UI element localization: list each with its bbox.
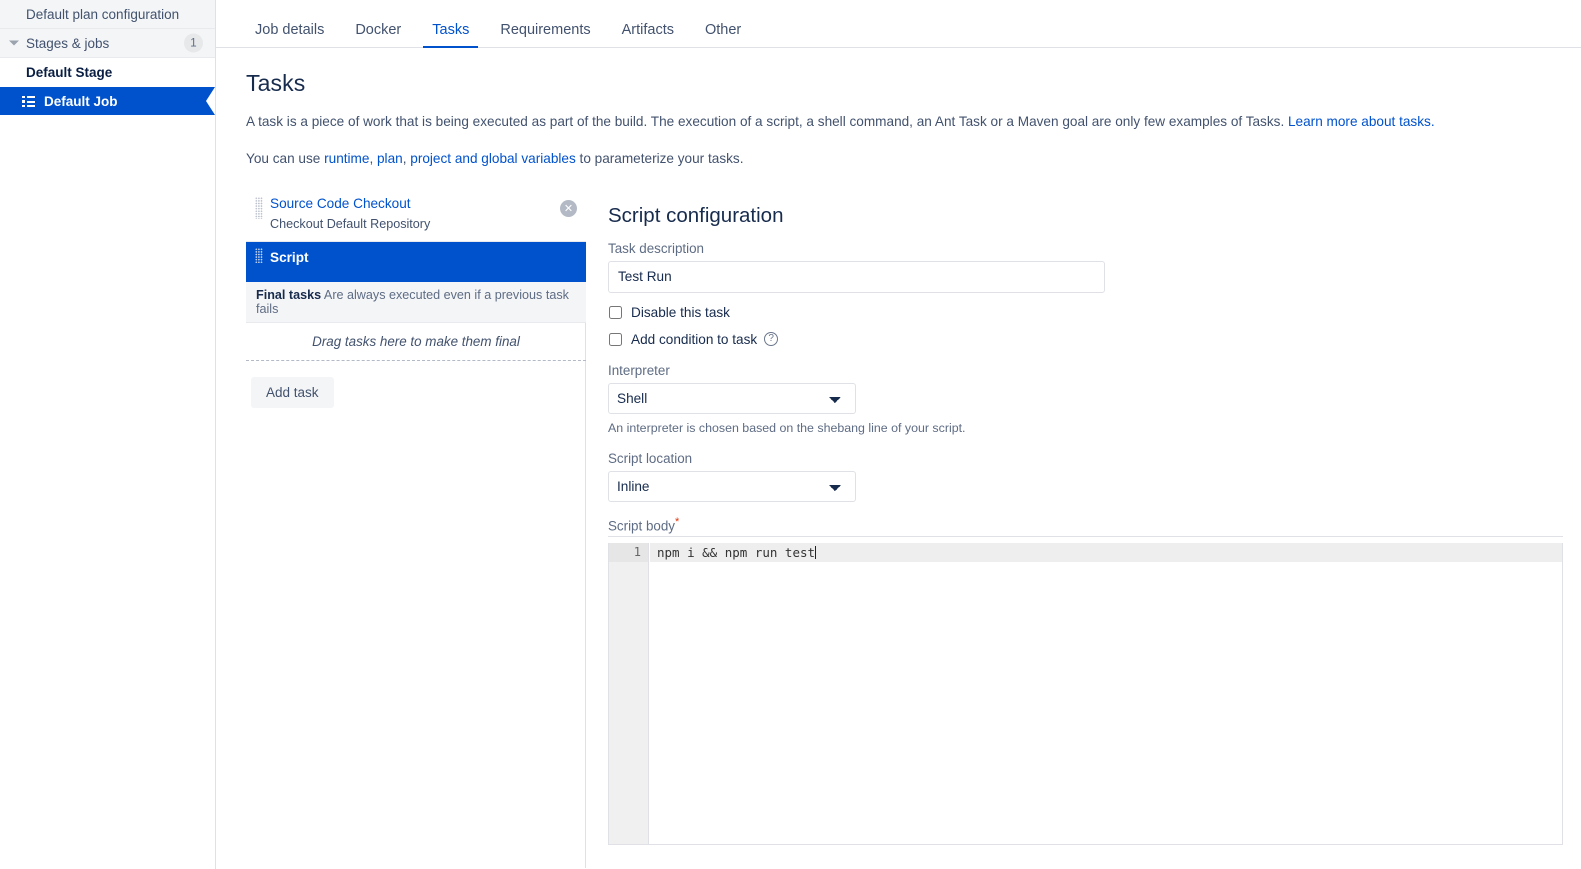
sidebar-item-label: Stages & jobs bbox=[26, 36, 109, 51]
tab-requirements[interactable]: Requirements bbox=[491, 23, 599, 48]
variables-suffix-text: to parameterize your tasks. bbox=[576, 151, 744, 166]
script-location-label: Script location bbox=[608, 451, 1581, 466]
interpreter-field: Interpreter Shell An interpreter is chos… bbox=[608, 363, 1581, 435]
task-row-script[interactable]: Script bbox=[246, 242, 586, 282]
required-asterisk: * bbox=[675, 516, 679, 528]
script-body-editor[interactable]: 1 npm i && npm run test bbox=[608, 543, 1563, 845]
task-list: Source Code Checkout Checkout Default Re… bbox=[246, 188, 586, 408]
interpreter-hint: An interpreter is chosen based on the sh… bbox=[608, 421, 1581, 435]
task-config-panel: Script configuration Task description Di… bbox=[586, 188, 1581, 868]
task-title: Script bbox=[270, 250, 309, 267]
project-global-variables-link[interactable]: project and global variables bbox=[410, 151, 576, 166]
editor-code-line[interactable]: npm i && npm run test bbox=[650, 543, 1562, 562]
sep-1: , bbox=[369, 151, 377, 166]
interpreter-select[interactable]: Shell bbox=[608, 383, 856, 414]
close-icon[interactable]: ✕ bbox=[560, 200, 577, 217]
tasks-description-line-2: You can use runtime, plan, project and g… bbox=[246, 150, 1581, 168]
task-list-panel: Source Code Checkout Checkout Default Re… bbox=[246, 188, 586, 868]
add-task-button[interactable]: Add task bbox=[251, 377, 334, 408]
sidebar-item-default-job[interactable]: Default Job bbox=[0, 87, 215, 115]
interpreter-label: Interpreter bbox=[608, 363, 1581, 378]
text-cursor bbox=[815, 546, 816, 559]
disable-task-row[interactable]: Disable this task bbox=[608, 305, 1581, 320]
script-body-field: Script body* 1 npm i && npm run test bbox=[608, 516, 1581, 845]
task-subtitle: Checkout Default Repository bbox=[270, 215, 430, 233]
content-area: Tasks A task is a piece of work that is … bbox=[216, 48, 1581, 868]
sidebar-item-default-stage[interactable]: Default Stage bbox=[0, 58, 215, 87]
script-location-select[interactable]: Inline bbox=[608, 471, 856, 502]
main-content: Job details Docker Tasks Requirements Ar… bbox=[216, 0, 1581, 869]
app-root: Default plan configuration Stages & jobs… bbox=[0, 0, 1581, 869]
script-body-label: Script body* bbox=[608, 516, 1581, 533]
sidebar-item-label: Default plan configuration bbox=[26, 7, 179, 22]
task-description-label: Task description bbox=[608, 241, 1581, 256]
editor-gutter: 1 bbox=[609, 543, 649, 844]
description-text: A task is a piece of work that is being … bbox=[246, 114, 1288, 129]
editor-top-border bbox=[608, 536, 1563, 537]
learn-more-about-tasks-link[interactable]: Learn more about tasks. bbox=[1288, 114, 1435, 129]
tasks-description-line-1: A task is a piece of work that is being … bbox=[246, 113, 1581, 131]
sidebar-item-label: Default Stage bbox=[26, 65, 112, 80]
runtime-variables-link[interactable]: runtime bbox=[324, 151, 369, 166]
editor-line-number: 1 bbox=[609, 543, 648, 562]
final-tasks-dropzone[interactable]: Drag tasks here to make them final bbox=[246, 323, 586, 361]
tab-docker[interactable]: Docker bbox=[346, 23, 410, 48]
tab-tasks[interactable]: Tasks bbox=[423, 23, 478, 48]
task-title: Source Code Checkout bbox=[270, 196, 430, 213]
selection-notch-icon bbox=[206, 87, 215, 115]
list-icon bbox=[22, 96, 35, 107]
plan-variables-link[interactable]: plan bbox=[377, 151, 403, 166]
tab-artifacts[interactable]: Artifacts bbox=[613, 23, 683, 48]
sidebar: Default plan configuration Stages & jobs… bbox=[0, 0, 216, 869]
add-condition-row[interactable]: Add condition to task ? bbox=[608, 332, 1581, 347]
tab-job-details[interactable]: Job details bbox=[246, 23, 333, 48]
tab-bar: Job details Docker Tasks Requirements Ar… bbox=[216, 0, 1581, 48]
drag-handle-icon[interactable] bbox=[255, 197, 263, 219]
drag-handle-icon[interactable] bbox=[255, 248, 263, 263]
help-icon[interactable]: ? bbox=[764, 332, 778, 346]
script-location-field: Script location Inline bbox=[608, 451, 1581, 502]
script-body-text: npm i && npm run test bbox=[657, 545, 815, 560]
add-task-container: Add task bbox=[246, 361, 586, 408]
final-tasks-header: Final tasks Are always executed even if … bbox=[246, 282, 586, 323]
task-row-source-code-checkout[interactable]: Source Code Checkout Checkout Default Re… bbox=[246, 188, 586, 242]
final-tasks-label: Final tasks bbox=[256, 288, 321, 302]
disable-task-checkbox[interactable] bbox=[609, 306, 622, 319]
chevron-down-icon bbox=[9, 41, 19, 46]
config-title: Script configuration bbox=[608, 204, 1581, 228]
add-condition-label: Add condition to task bbox=[631, 332, 757, 347]
sidebar-item-default-plan-configuration[interactable]: Default plan configuration bbox=[0, 0, 215, 29]
tasks-split-layout: Source Code Checkout Checkout Default Re… bbox=[246, 188, 1581, 868]
tab-other[interactable]: Other bbox=[696, 23, 750, 48]
sidebar-item-stages-and-jobs[interactable]: Stages & jobs 1 bbox=[0, 29, 215, 58]
disable-task-label: Disable this task bbox=[631, 305, 730, 320]
page-title: Tasks bbox=[246, 70, 1581, 97]
stages-jobs-count-badge: 1 bbox=[184, 34, 203, 53]
sidebar-item-label: Default Job bbox=[44, 94, 118, 109]
task-description-input[interactable] bbox=[608, 261, 1105, 293]
add-condition-checkbox[interactable] bbox=[609, 333, 622, 346]
variables-prefix-text: You can use bbox=[246, 151, 324, 166]
editor-code-area[interactable]: npm i && npm run test bbox=[650, 543, 1562, 844]
script-body-label-text: Script body bbox=[608, 518, 675, 533]
